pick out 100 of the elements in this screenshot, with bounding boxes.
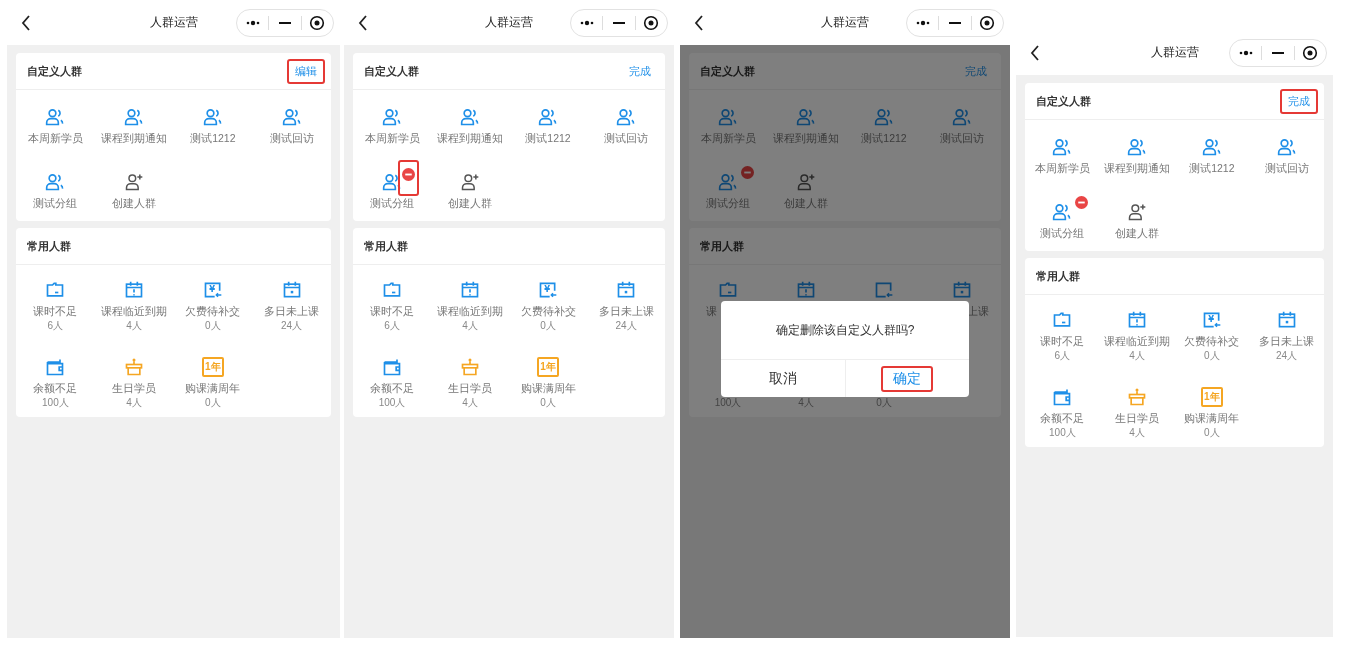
nav-title: 人群运营 xyxy=(485,15,533,29)
group-label: 测试回访 xyxy=(269,132,314,145)
back-icon[interactable] xyxy=(1030,44,1040,61)
group-label: 课 xyxy=(705,305,717,318)
section-title: 常用人群 xyxy=(700,238,744,254)
member-count: 24人 xyxy=(281,320,303,332)
member-count: 0人 xyxy=(1204,427,1220,439)
remove-badge[interactable] xyxy=(398,160,419,196)
member-count: 100人 xyxy=(1049,427,1076,439)
section-title: 常用人群 xyxy=(364,238,408,254)
section-title: 自定义人群 xyxy=(27,63,82,79)
section-title: 自定义人群 xyxy=(700,63,755,79)
cancel-button[interactable]: 取消 xyxy=(756,365,809,392)
member-count: 6人 xyxy=(47,320,64,332)
group-label: 测试1212 xyxy=(525,132,571,145)
member-count: 0人 xyxy=(540,397,556,409)
add-person-icon xyxy=(1127,202,1148,222)
member-count: 4人 xyxy=(462,320,478,332)
member-count: 4人 xyxy=(1129,427,1145,439)
member-count: 4人 xyxy=(126,320,142,332)
group-label: 本周新学员 xyxy=(364,132,420,145)
member-count: 0人 xyxy=(1204,350,1220,362)
confirm-button[interactable]: 确定 xyxy=(881,365,934,392)
back-icon[interactable] xyxy=(358,14,368,31)
people-icon xyxy=(796,107,816,127)
people-icon xyxy=(1201,137,1222,157)
edit-link[interactable]: 完成 xyxy=(621,58,659,84)
group-label: 余额不足 xyxy=(33,382,78,395)
section-title: 常用人群 xyxy=(27,238,71,254)
member-count: 4人 xyxy=(126,397,142,409)
people-icon xyxy=(718,172,738,192)
group-label: 欠费待补交 xyxy=(185,305,241,318)
people-icon xyxy=(1052,202,1073,222)
group-label: 欠费待补交 xyxy=(520,305,576,318)
section-title: 常用人群 xyxy=(1036,268,1080,284)
back-icon[interactable] xyxy=(694,14,704,31)
dialog-message: 确定删除该自定义人群吗? xyxy=(775,321,915,339)
group-label: 上课 xyxy=(967,305,990,318)
member-count: 4人 xyxy=(1129,350,1145,362)
add-person-icon xyxy=(460,172,480,192)
member-count: 100人 xyxy=(378,397,406,409)
member-count: 24人 xyxy=(615,320,637,332)
people-icon xyxy=(616,107,636,127)
group-label: 创建人群 xyxy=(112,197,157,210)
group-label: 创建人群 xyxy=(448,197,492,210)
group-label: 购课满周年 xyxy=(185,382,241,395)
group-label: 课程临近到期 xyxy=(101,305,168,318)
edit-link[interactable]: 编辑 xyxy=(287,58,325,84)
member-count: 100人 xyxy=(42,397,69,409)
group-label: 余额不足 xyxy=(1040,412,1085,425)
group-label: 测试回访 xyxy=(1264,162,1309,175)
group-label: 购课满周年 xyxy=(1184,412,1240,425)
back-icon[interactable] xyxy=(21,14,31,31)
group-label: 测试分组 xyxy=(33,197,78,210)
group-label: 创建人群 xyxy=(1115,227,1160,240)
group-label: 本周新学员 xyxy=(700,132,756,145)
group-label: 购课满周年 xyxy=(520,382,576,395)
group-label: 生日学员 xyxy=(1115,412,1160,425)
people-icon xyxy=(1276,137,1297,157)
section-title: 自定义人群 xyxy=(364,63,419,79)
edit-link[interactable]: 完成 xyxy=(1280,88,1318,114)
section-title: 自定义人群 xyxy=(1036,93,1091,109)
nav-title: 人群运营 xyxy=(821,15,869,29)
edit-link[interactable]: 完成 xyxy=(957,58,995,84)
group-label: 课时不足 xyxy=(1040,335,1085,348)
group-label: 欠费待补交 xyxy=(1184,335,1240,348)
member-count: 6人 xyxy=(1054,350,1071,362)
people-icon xyxy=(1127,137,1148,157)
people-icon xyxy=(952,107,972,127)
group-label: 课时不足 xyxy=(370,305,414,318)
member-count: 6人 xyxy=(384,320,400,332)
group-label: 课程到期通知 xyxy=(773,132,839,145)
people-icon xyxy=(718,107,738,127)
add-person-icon xyxy=(796,172,816,192)
people-icon xyxy=(874,107,894,127)
group-label: 多日未上课 xyxy=(598,305,654,318)
nav-title: 人群运营 xyxy=(1150,45,1199,59)
group-label: 多日未上课 xyxy=(264,305,320,318)
people-icon xyxy=(202,107,223,127)
group-label: 生日学员 xyxy=(112,382,157,395)
group-label: 测试回访 xyxy=(604,132,648,145)
member-count: 0人 xyxy=(205,320,221,332)
group-label: 课程到期通知 xyxy=(101,132,168,145)
people-icon xyxy=(460,107,480,127)
people-icon xyxy=(124,107,145,127)
group-label: 本周新学员 xyxy=(27,132,83,145)
nav-title: 人群运营 xyxy=(149,15,198,29)
anniversary-icon: 1年 xyxy=(537,357,559,377)
member-count: 4人 xyxy=(462,397,478,409)
member-count: 0人 xyxy=(540,320,556,332)
people-icon xyxy=(281,107,302,127)
group-label: 测试1212 xyxy=(190,132,236,145)
people-icon xyxy=(382,107,402,127)
group-label: 课时不足 xyxy=(33,305,78,318)
people-icon xyxy=(538,107,558,127)
remove-badge[interactable] xyxy=(738,163,757,182)
group-label: 余额不足 xyxy=(370,382,414,395)
group-label: 测试分组 xyxy=(370,197,414,210)
group-label: 课程到期通知 xyxy=(1104,162,1171,175)
group-label: 测试1212 xyxy=(1189,162,1235,175)
